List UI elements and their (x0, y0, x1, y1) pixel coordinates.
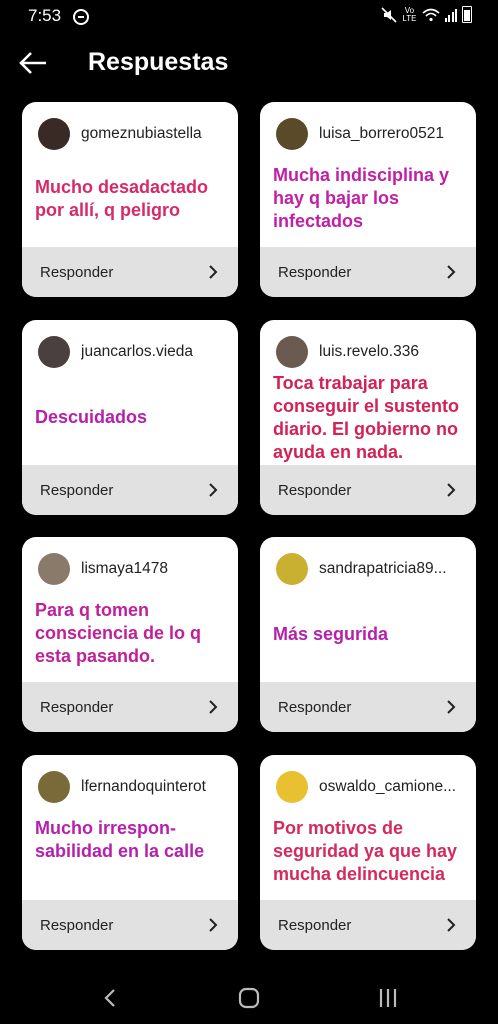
avatar[interactable] (276, 118, 308, 150)
reply-label: Responder (40, 916, 114, 934)
status-time: 7:53 (28, 6, 62, 25)
avatar[interactable] (38, 336, 70, 368)
reply-button[interactable]: Responder (260, 247, 476, 297)
response-card[interactable]: lismaya1478 Para q tomen consciencia de … (22, 537, 238, 732)
lte-bottom-label: LTE (402, 13, 417, 23)
response-text: Mucha indisciplina y hay q bajar los inf… (273, 165, 450, 231)
status-icons: Vo LTE (381, 6, 472, 23)
nav-back-icon (104, 989, 115, 1007)
back-arrow-icon (19, 52, 46, 74)
wifi-icon (421, 8, 440, 21)
avatar[interactable] (38, 118, 70, 150)
reply-label: Responder (278, 263, 352, 281)
response-card[interactable]: lfernandoquinterot Mucho irrespon-sabili… (22, 755, 238, 950)
lte-indicator: Vo LTE (402, 6, 417, 23)
nav-recents-icon (379, 989, 397, 1007)
chevron-right-icon (209, 700, 218, 714)
reply-label: Responder (278, 698, 352, 716)
mute-icon (381, 6, 397, 23)
reply-button[interactable]: Responder (260, 900, 476, 950)
response-text: Toca trabajar para conseguir el sustento… (273, 373, 460, 462)
page-title: Respuestas (88, 48, 229, 76)
system-navigation-bar (0, 972, 498, 1024)
card-header: lismaya1478 (38, 552, 228, 586)
avatar[interactable] (276, 771, 308, 803)
username[interactable]: lfernandoquinterot (81, 778, 206, 796)
response-text: Mucho irrespon-sabilidad en la calle (35, 818, 205, 861)
reply-button[interactable]: Responder (260, 465, 476, 515)
response-card[interactable]: sandrapatricia89... Más segurida Respond… (260, 537, 476, 732)
response-text: Descuidados (35, 407, 148, 427)
reply-label: Responder (40, 263, 114, 281)
reply-button[interactable]: Responder (260, 682, 476, 732)
username[interactable]: juancarlos.vieda (81, 343, 193, 361)
username[interactable]: lismaya1478 (81, 560, 168, 578)
chevron-right-icon (209, 918, 218, 932)
response-card[interactable]: luis.revelo.336 Toca trabajar para conse… (260, 320, 476, 515)
reply-button[interactable]: Responder (22, 465, 238, 515)
card-header: gomeznubiastella (38, 117, 228, 151)
chevron-right-icon (447, 700, 456, 714)
chevron-right-icon (209, 483, 218, 497)
reply-label: Responder (40, 481, 114, 499)
response-text: Mucho desadactado por allí, q peligro (35, 177, 209, 220)
reply-button[interactable]: Responder (22, 247, 238, 297)
chevron-right-icon (447, 483, 456, 497)
reply-button[interactable]: Responder (22, 682, 238, 732)
card-header: juancarlos.vieda (38, 335, 228, 369)
chevron-right-icon (447, 918, 456, 932)
signal-icon (444, 8, 457, 22)
nav-home-icon (238, 987, 260, 1009)
avatar[interactable] (38, 553, 70, 585)
avatar[interactable] (276, 553, 308, 585)
card-header: sandrapatricia89... (276, 552, 466, 586)
card-header: luisa_borrero0521 (276, 117, 466, 151)
username[interactable]: oswaldo_camione... (319, 778, 456, 796)
nav-recents-button[interactable] (374, 984, 402, 1012)
card-header: lfernandoquinterot (38, 770, 228, 804)
reply-button[interactable]: Responder (22, 900, 238, 950)
battery-icon (462, 6, 472, 23)
reply-label: Responder (278, 481, 352, 499)
nav-home-button[interactable] (235, 984, 263, 1012)
username[interactable]: sandrapatricia89... (319, 560, 447, 578)
card-header: luis.revelo.336 (276, 335, 466, 369)
response-card[interactable]: gomeznubiastella Mucho desadactado por a… (22, 102, 238, 297)
do-not-disturb-icon (73, 9, 89, 25)
response-text: Por motivos de seguridad ya que hay much… (273, 818, 458, 884)
username[interactable]: gomeznubiastella (81, 125, 202, 143)
avatar[interactable] (38, 771, 70, 803)
response-card[interactable]: oswaldo_camione... Por motivos de seguri… (260, 755, 476, 950)
card-header: oswaldo_camione... (276, 770, 466, 804)
chevron-right-icon (447, 265, 456, 279)
username[interactable]: luisa_borrero0521 (319, 125, 444, 143)
response-card[interactable]: luisa_borrero0521 Mucha indisciplina y h… (260, 102, 476, 297)
status-bar: 7:53 Vo LTE (0, 0, 498, 32)
reply-label: Responder (40, 698, 114, 716)
response-card[interactable]: juancarlos.vieda Descuidados Responder (22, 320, 238, 515)
username[interactable]: luis.revelo.336 (319, 343, 419, 361)
nav-back-button[interactable] (96, 984, 124, 1012)
reply-label: Responder (278, 916, 352, 934)
chevron-right-icon (209, 265, 218, 279)
back-button[interactable] (16, 48, 50, 78)
avatar[interactable] (276, 336, 308, 368)
response-text: Más segurida (273, 624, 389, 644)
response-text: Para q tomen consciencia de lo q esta pa… (35, 600, 202, 666)
header: Respuestas (0, 36, 498, 92)
